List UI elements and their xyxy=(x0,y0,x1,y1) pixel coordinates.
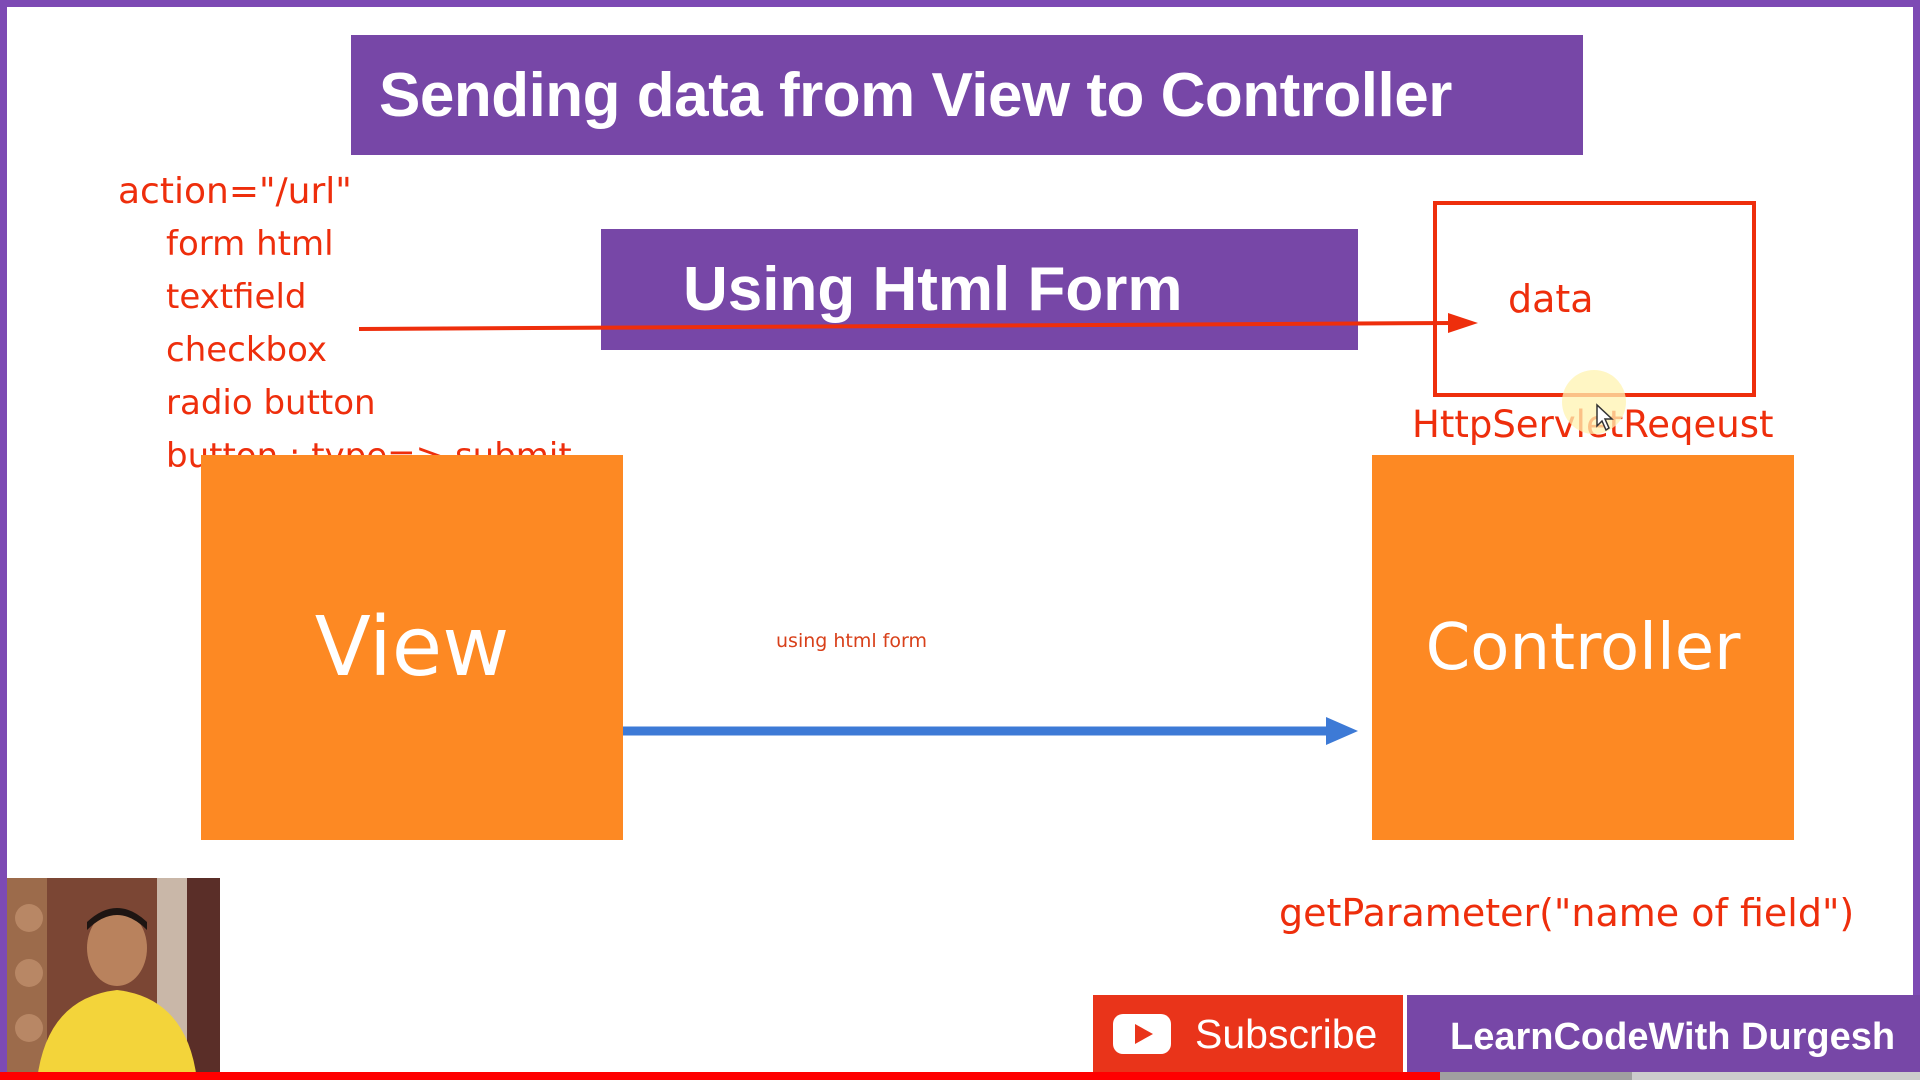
red-arrow-head xyxy=(1448,313,1478,333)
video-progress-fill xyxy=(0,1072,1440,1080)
cursor-highlight xyxy=(1562,370,1626,434)
channel-banner: LearnCodeWith Durgesh xyxy=(1407,995,1920,1080)
video-progress-bar[interactable] xyxy=(0,1072,1920,1080)
red-arrow-line xyxy=(358,321,1453,331)
arrows-layer xyxy=(358,313,1626,745)
blue-arrow-head xyxy=(1326,717,1358,745)
video-buffer-fill xyxy=(1440,1072,1632,1080)
presenter-webcam xyxy=(7,878,220,1080)
youtube-play-icon xyxy=(1113,1014,1171,1054)
subscribe-label: Subscribe xyxy=(1195,1010,1378,1057)
subscribe-button[interactable]: Subscribe xyxy=(1093,995,1403,1073)
channel-name: LearnCodeWith Durgesh xyxy=(1450,1016,1896,1058)
presenter-avatar-icon xyxy=(7,878,220,1080)
